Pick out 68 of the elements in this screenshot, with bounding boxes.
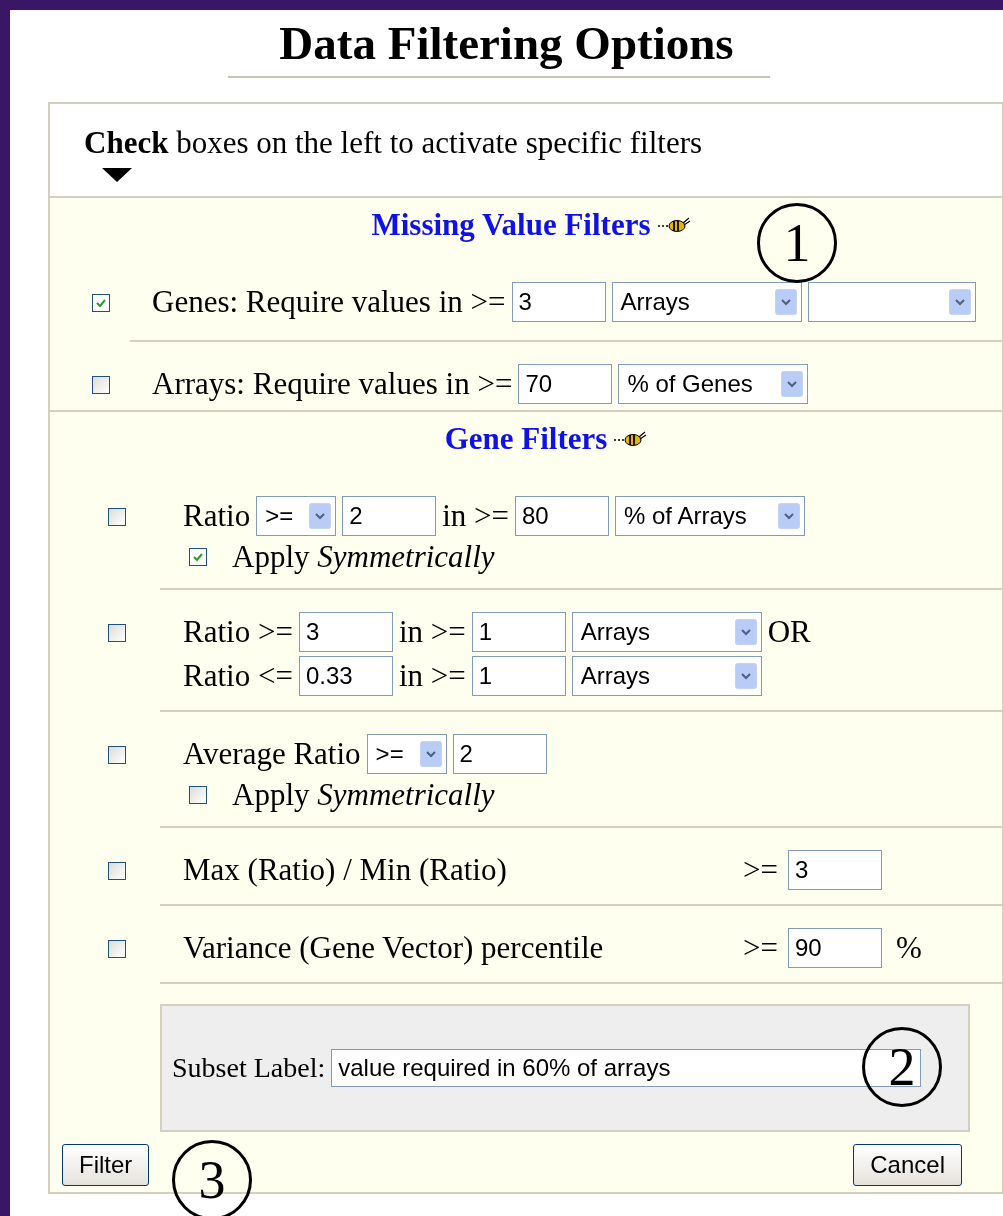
chevron-icon xyxy=(309,503,332,529)
down-triangle-icon xyxy=(102,168,132,182)
checkbox-label: Apply Symmetrically xyxy=(232,540,495,574)
value-field[interactable]: 0.33 xyxy=(298,656,393,696)
operator-label: >= xyxy=(743,931,778,965)
filter-label: Ratio <= xyxy=(183,659,293,693)
form-button[interactable]: Cancel xyxy=(853,1144,962,1186)
checkbox-label: Apply Symmetrically xyxy=(232,778,495,812)
chevron-icon xyxy=(774,289,797,315)
checkbox[interactable] xyxy=(189,548,207,566)
value-field[interactable]: 90 xyxy=(787,928,882,968)
page-title: Data Filtering Options xyxy=(278,16,735,68)
dropdown[interactable]: Arrays xyxy=(611,282,802,322)
value-field[interactable]: 3 xyxy=(787,850,882,890)
value-field[interactable]: 2 xyxy=(342,496,437,536)
dropdown[interactable]: % of Arrays xyxy=(615,496,805,536)
checkbox[interactable] xyxy=(108,940,126,958)
chevron-icon xyxy=(734,619,757,645)
filter-label: Max (Ratio) / Min (Ratio) xyxy=(183,853,508,887)
chevron-icon xyxy=(948,289,971,315)
chevron-icon xyxy=(781,371,804,397)
check-icon xyxy=(192,551,204,563)
value-field[interactable]: 3 xyxy=(511,282,606,322)
dropdown[interactable]: Arrays xyxy=(571,656,762,696)
dropdown[interactable] xyxy=(807,282,976,322)
filter-label: OR xyxy=(767,615,811,649)
filter-label: Genes: Require values in >= xyxy=(152,285,506,319)
bee-icon xyxy=(613,431,648,447)
checkbox[interactable] xyxy=(108,508,126,526)
step-number: 2 xyxy=(862,1027,942,1107)
section-heading: Gene Filters xyxy=(444,422,608,456)
chevron-icon xyxy=(778,503,800,529)
checkbox[interactable] xyxy=(108,862,126,880)
step-number: 1 xyxy=(757,203,837,283)
value-field[interactable]: 80 xyxy=(515,496,609,536)
checkbox[interactable] xyxy=(108,624,126,642)
unit-label: % xyxy=(895,931,922,965)
checkbox[interactable] xyxy=(108,746,126,764)
chevron-icon xyxy=(734,663,757,689)
operator-label: >= xyxy=(743,853,778,887)
value-field[interactable]: 2 xyxy=(452,734,547,774)
form-button[interactable]: Filter xyxy=(62,1144,150,1186)
bee-icon xyxy=(656,217,691,233)
checkbox[interactable] xyxy=(92,376,110,394)
instruction-text: Check boxes on the left to activate specific filters xyxy=(84,126,704,160)
filter-label: Arrays: Require values in >= xyxy=(152,367,513,401)
filter-label: Ratio xyxy=(183,499,251,533)
value-field[interactable]: 1 xyxy=(471,656,566,696)
filter-label: Variance (Gene Vector) percentile xyxy=(183,931,605,965)
subset-label: Subset Label: xyxy=(172,1051,326,1085)
dropdown[interactable]: >= xyxy=(256,496,337,536)
filter-label: in >= xyxy=(398,615,466,649)
filter-label: in >= xyxy=(398,659,466,693)
filter-label: Average Ratio xyxy=(183,737,361,771)
dropdown[interactable]: Arrays xyxy=(571,612,762,652)
value-field[interactable]: 1 xyxy=(471,612,566,652)
filter-label: in >= xyxy=(442,499,509,533)
filter-label: Ratio >= xyxy=(183,615,293,649)
checkbox[interactable] xyxy=(92,294,110,312)
step-number: 3 xyxy=(172,1140,252,1216)
value-field[interactable]: 3 xyxy=(298,612,393,652)
section-heading: Missing Value Filters xyxy=(371,208,651,242)
dropdown[interactable]: % of Genes xyxy=(618,364,809,404)
check-icon xyxy=(95,297,107,309)
dropdown[interactable]: >= xyxy=(366,734,447,774)
chevron-icon xyxy=(419,741,442,767)
value-field[interactable]: 70 xyxy=(518,364,613,404)
checkbox[interactable] xyxy=(189,786,207,804)
